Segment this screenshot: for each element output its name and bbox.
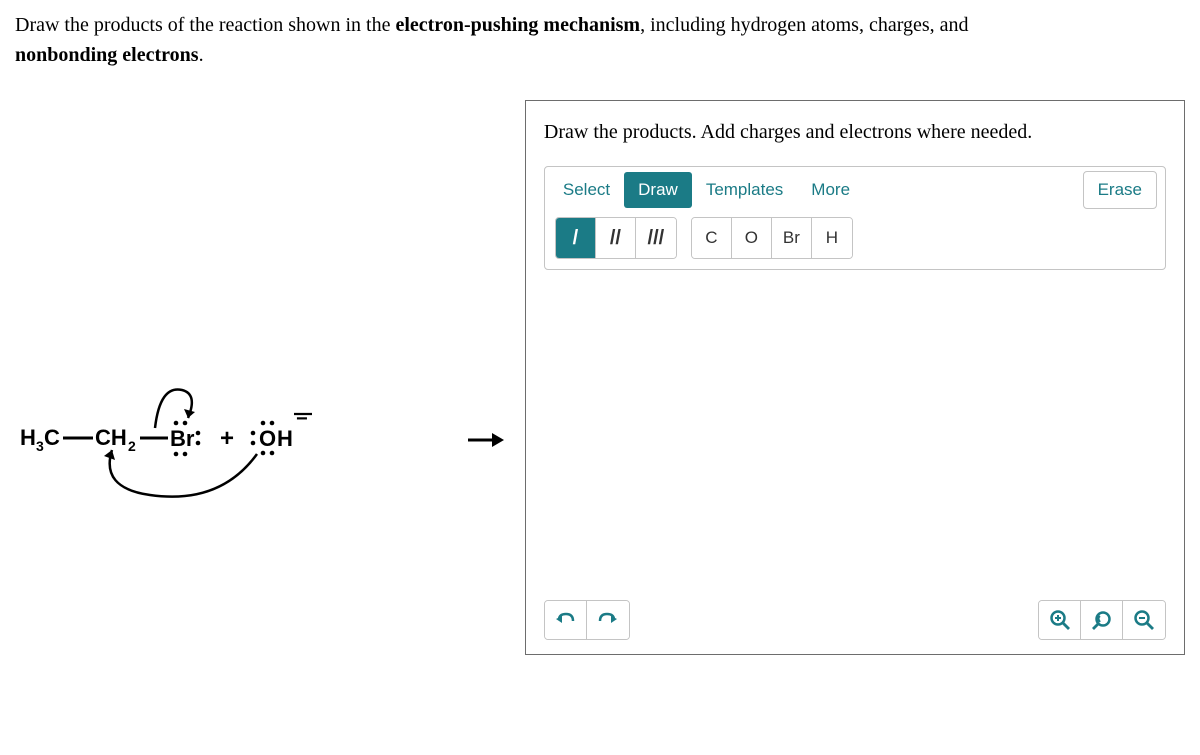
atom-h-button[interactable]: H (812, 218, 852, 258)
zoom-in-button[interactable] (1039, 601, 1081, 639)
atom-o-button[interactable]: O (732, 218, 772, 258)
svg-text:CH: CH (95, 425, 127, 450)
svg-text:C: C (44, 425, 60, 450)
undo-button[interactable] (545, 601, 587, 639)
reaction-arrow (467, 100, 505, 600)
editor-instruction: Draw the products. Add charges and elect… (544, 121, 1166, 144)
triple-bond-button[interactable]: /// (636, 218, 676, 258)
svg-text:2: 2 (128, 438, 136, 454)
question-prompt: Draw the products of the reaction shown … (15, 10, 1185, 70)
atom-tool-group: C O Br H (691, 217, 853, 259)
tab-templates[interactable]: Templates (692, 172, 797, 208)
tab-more[interactable]: More (797, 172, 864, 208)
bond-tool-group: / // /// (555, 217, 677, 259)
tab-draw[interactable]: Draw (624, 172, 692, 208)
single-bond-button[interactable]: / (556, 218, 596, 258)
redo-button[interactable] (587, 601, 629, 639)
drawing-canvas[interactable] (544, 270, 1166, 570)
drawing-editor-panel: Draw the products. Add charges and elect… (525, 100, 1185, 655)
svg-text:3: 3 (36, 438, 44, 454)
zoom-group (1038, 600, 1166, 640)
undo-redo-group (544, 600, 630, 640)
svg-text:+: + (220, 425, 234, 452)
atom-br-button[interactable]: Br (772, 218, 812, 258)
editor-toolbar: Select Draw Templates More Erase / // //… (544, 166, 1166, 270)
svg-text:Br: Br (170, 426, 195, 451)
double-bond-button[interactable]: // (596, 218, 636, 258)
reaction-mechanism: H 3 C CH 2 Br + O (15, 100, 447, 600)
zoom-out-button[interactable] (1123, 601, 1165, 639)
svg-text:H: H (277, 426, 293, 451)
svg-text:O: O (259, 426, 276, 451)
tab-select[interactable]: Select (549, 172, 624, 208)
erase-button[interactable]: Erase (1083, 171, 1157, 209)
atom-c-button[interactable]: C (692, 218, 732, 258)
zoom-reset-button[interactable] (1081, 601, 1123, 639)
svg-text:H: H (20, 425, 36, 450)
svg-text:−: − (296, 408, 308, 430)
